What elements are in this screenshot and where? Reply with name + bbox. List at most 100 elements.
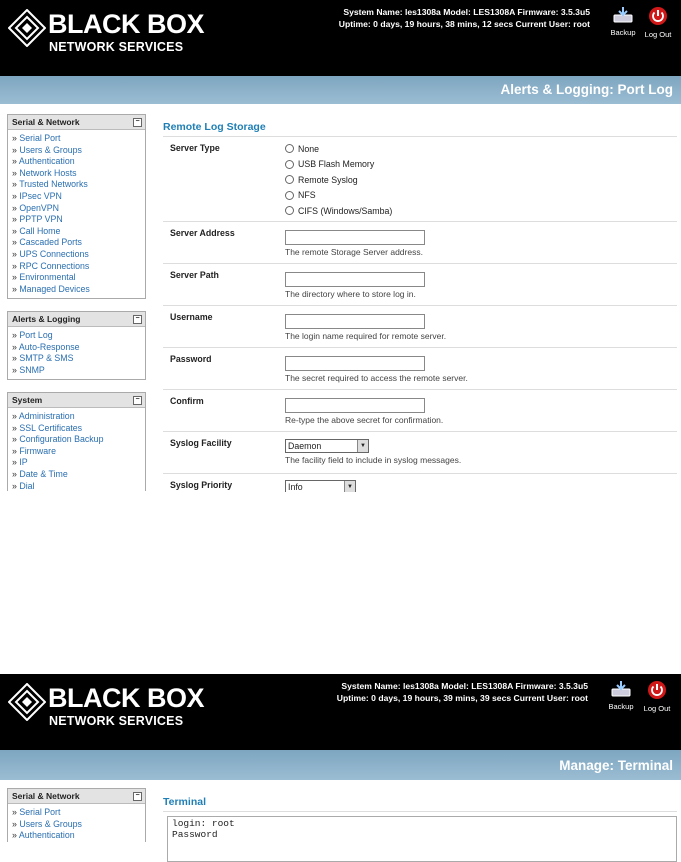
backup-button[interactable]: Backup [604,680,638,711]
syslog-priority-row: Syslog Priority Info ▼ [163,473,677,492]
username-row: Username The login name required for rem… [163,305,677,347]
sidebar-section-header[interactable]: Alerts & Logging − [8,312,145,327]
sidebar-item[interactable]: » Auto-Response [12,342,145,354]
sidebar-item[interactable]: » SNMP [12,365,145,377]
sidebar-section-title: Serial & Network [12,791,80,801]
field-help: The secret required to access the remote… [285,373,468,383]
sidebar-item[interactable]: » RPC Connections [12,261,145,273]
field-label: Username [170,312,213,322]
password-input[interactable] [285,356,425,371]
system-info: System Name: les1308a Model: LES1308A Fi… [337,680,588,704]
sidebar-item[interactable]: » SSL Certificates [12,423,145,435]
power-icon [648,681,666,699]
page-title-bar: Manage: Terminal [0,750,681,780]
sidebar-alerts-logging: Alerts & Logging − » Port Log » Auto-Res… [7,311,146,381]
syslog-facility-select[interactable]: Daemon ▼ [285,439,369,453]
sidebar-list: » Port Log » Auto-Response » SMTP & SMS … [8,327,145,379]
field-label: Server Address [170,228,235,238]
server-type-row: Server Type None USB Flash Memory Remote… [163,136,677,221]
terminal-window[interactable]: login: root Password [167,816,677,862]
sidebar-item[interactable]: » Managed Devices [12,284,145,296]
header-bar: BLACK BOX NETWORK SERVICES System Name: … [0,674,681,750]
radio-button-icon[interactable] [285,190,294,200]
confirm-input[interactable] [285,398,425,413]
sidebar-item[interactable]: » Call Home [12,226,145,238]
radio-button-icon[interactable] [285,159,294,169]
sidebar-item[interactable]: » IPsec VPN [12,191,145,203]
server-type-option[interactable]: CIFS (Windows/Samba) [285,203,392,219]
sidebar-item[interactable]: » Configuration Backup [12,434,145,446]
sidebar-item[interactable]: » Dial [12,481,145,491]
sidebar-item[interactable]: » Serial Port [12,807,145,819]
sidebar-item[interactable]: » Date & Time [12,469,145,481]
brand-name: BLACK BOX [48,683,205,713]
username-input[interactable] [285,314,425,329]
remote-log-form: Server Type None USB Flash Memory Remote… [163,136,677,492]
sidebar-item[interactable]: » Port Log [12,330,145,342]
server-type-option[interactable]: None [285,141,392,157]
radio-button-icon[interactable] [285,144,294,154]
server-type-radio-group: None USB Flash Memory Remote Syslog NFS … [285,141,392,219]
collapse-icon[interactable]: − [133,792,142,801]
field-label: Syslog Facility [170,438,232,448]
system-info-line: System Name: les1308a Model: LES1308A Fi… [343,7,590,17]
sidebar-item[interactable]: » OpenVPN [12,203,145,215]
sidebar-item[interactable]: » Network Hosts [12,168,145,180]
confirm-row: Confirm Re-type the above secret for con… [163,389,677,431]
sidebar-item[interactable]: » Users & Groups [12,819,145,831]
field-label: Server Path [170,270,219,280]
sidebar-section-title: Serial & Network [12,117,80,127]
sidebar-item[interactable]: » Firmware [12,446,145,458]
backup-label: Backup [610,28,636,37]
sidebar-section-header[interactable]: Serial & Network − [8,789,145,804]
server-type-option[interactable]: USB Flash Memory [285,157,392,173]
sidebar-item[interactable]: » UPS Connections [12,249,145,261]
sidebar-item[interactable]: » Cascaded Ports [12,237,145,249]
sidebar-item[interactable]: » Authentication [12,830,145,842]
backup-icon [611,681,631,697]
logout-label: Log Out [643,704,671,713]
logout-button[interactable]: Log Out [641,6,675,39]
sidebar-item[interactable]: » PPTP VPN [12,214,145,226]
page-title: Alerts & Logging: Port Log [500,82,673,97]
password-row: Password The secret required to access t… [163,347,677,389]
logout-label: Log Out [644,30,672,39]
backup-button[interactable]: Backup [606,6,640,37]
server-address-input[interactable] [285,230,425,245]
dropdown-arrow-icon[interactable]: ▼ [344,481,355,492]
header-bar: BLACK BOX NETWORK SERVICES System Name: … [0,0,681,76]
syslog-priority-select[interactable]: Info ▼ [285,480,356,492]
collapse-icon[interactable]: − [133,396,142,405]
sidebar-item[interactable]: » Users & Groups [12,145,145,157]
power-icon [649,7,667,25]
radio-button-icon[interactable] [285,206,294,216]
system-info-line: System Name: les1308a Model: LES1308A Fi… [341,681,588,691]
field-help: The facility field to include in syslog … [285,455,462,465]
sidebar-item[interactable]: » Environmental [12,272,145,284]
sidebar-item[interactable]: » Administration [12,411,145,423]
server-path-input[interactable] [285,272,425,287]
sidebar-item[interactable]: » Serial Port [12,133,145,145]
field-label: Syslog Priority [170,480,233,490]
brand-subtitle: NETWORK SERVICES [49,714,184,728]
logout-button[interactable]: Log Out [640,680,674,713]
sidebar-item[interactable]: » Trusted Networks [12,179,145,191]
sidebar-item[interactable]: » Authentication [12,156,145,168]
collapse-icon[interactable]: − [133,315,142,324]
server-type-option[interactable]: Remote Syslog [285,172,392,188]
field-label: Confirm [170,396,204,406]
backup-icon [613,7,633,23]
sidebar-section-header[interactable]: System − [8,393,145,408]
sidebar-section-header[interactable]: Serial & Network − [8,115,145,130]
collapse-icon[interactable]: − [133,118,142,127]
black-box-logo-icon [8,683,46,721]
server-type-option[interactable]: NFS [285,188,392,204]
dropdown-arrow-icon[interactable]: ▼ [357,440,368,452]
field-help: The login name required for remote serve… [285,331,447,341]
sidebar-item[interactable]: » SMTP & SMS [12,353,145,365]
radio-button-icon[interactable] [285,175,294,185]
sidebar-item[interactable]: » IP [12,457,145,469]
field-help: The remote Storage Server address. [285,247,423,257]
backup-label: Backup [608,702,634,711]
uptime-line: Uptime: 0 days, 19 hours, 38 mins, 12 se… [338,19,590,29]
